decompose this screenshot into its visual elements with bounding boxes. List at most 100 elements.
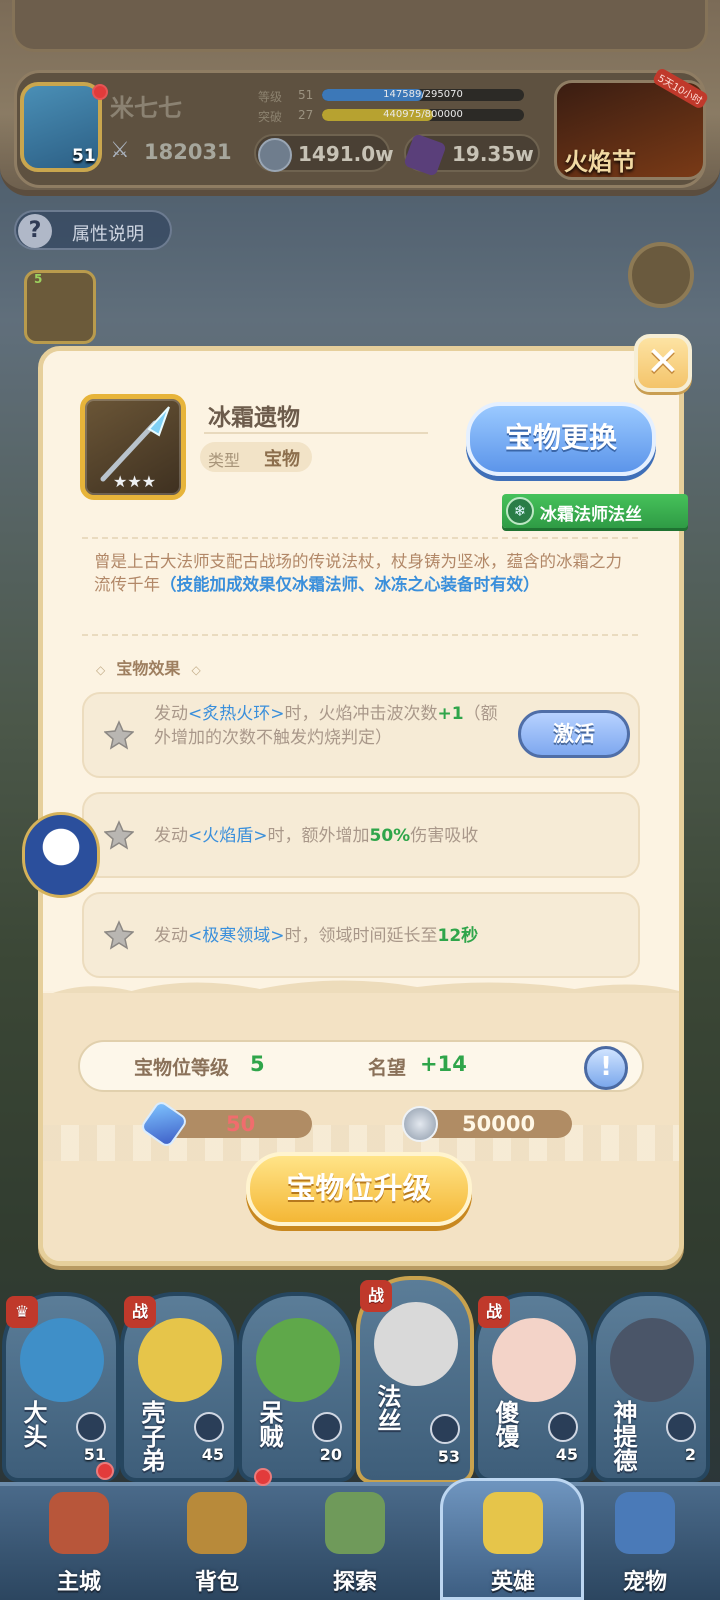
star-icon	[104, 920, 134, 950]
sword-icon: ⚔	[110, 138, 130, 163]
effect-skill: <炙热火环>	[188, 704, 285, 724]
coin-value: 1491.0w	[298, 142, 394, 166]
effect-text: 发动<火焰盾>时，额外增加50%伤害吸收	[154, 824, 624, 848]
hero-card[interactable]: 呆贼 20	[238, 1292, 356, 1482]
level-exp-bar: 147589/295070	[322, 89, 524, 101]
breakthrough-value: 27	[298, 108, 314, 122]
divider-bottom	[82, 634, 638, 636]
attribute-help-button[interactable]: ? 属性说明	[14, 210, 172, 250]
map-icon	[325, 1492, 385, 1554]
nav-label: 背包	[194, 1570, 239, 1595]
hero-class-icon	[194, 1412, 224, 1442]
notification-dot	[92, 84, 108, 100]
close-button[interactable]: ✕	[634, 334, 692, 392]
svg-text:★★★: ★★★	[113, 472, 156, 491]
gem-cost: 50	[226, 1112, 256, 1136]
nav-label: 宠物	[622, 1570, 667, 1595]
hero-icon	[483, 1492, 543, 1554]
breakthrough-label: 突破	[258, 110, 283, 124]
hero-class-icon	[430, 1414, 460, 1444]
floating-hero-avatar[interactable]	[22, 812, 100, 898]
effect-card: 发动<极寒领域>时，领域时间延长至12秒	[82, 892, 640, 978]
combat-power: 182031	[144, 140, 232, 164]
top-strip	[12, 0, 708, 52]
slot-level-label: 宝物位等级	[134, 1057, 230, 1079]
crown-icon: ♛	[6, 1296, 38, 1328]
nav-item-backpack[interactable]: 背包	[152, 1488, 282, 1600]
item-description: 曾是上古大法师支配古战场的传说法杖，杖身铸为坚冰，蕴含的冰霜之力流传千年（技能加…	[94, 550, 634, 596]
nav-label: 主城	[56, 1570, 101, 1595]
hero-name: 呆贼	[255, 1400, 283, 1448]
diamond-right-icon: ◇	[191, 663, 201, 677]
effect-prefix: 发动	[154, 926, 188, 946]
hero-class-icon	[312, 1412, 342, 1442]
crystal-currency[interactable]: 19.35w	[403, 133, 540, 177]
coin-currency[interactable]: 1491.0w	[254, 134, 394, 172]
hero-level: 45	[555, 1445, 578, 1464]
nav-label: 探索	[332, 1570, 377, 1595]
hero-portrait	[492, 1318, 576, 1402]
hero-level: 53	[437, 1447, 460, 1466]
hero-name: 神提德	[609, 1400, 637, 1472]
type-label: 类型	[208, 451, 241, 470]
swap-treasure-button[interactable]: 宝物更换	[466, 402, 656, 476]
question-icon: ?	[18, 214, 52, 248]
castle-icon	[49, 1492, 109, 1554]
effect-middle: 时，额外增加	[267, 826, 370, 846]
hero-portrait	[374, 1302, 458, 1386]
crystal-value: 19.35w	[452, 142, 534, 166]
swap-treasure-label: 宝物更换	[504, 421, 617, 454]
hero-level: 20	[319, 1445, 342, 1464]
description-highlight: （技能加成效果仅冰霜法师、冰冻之心装备时有效）	[160, 575, 540, 594]
activate-button[interactable]: 激活	[518, 710, 630, 758]
nav-item-map[interactable]: 探索	[290, 1488, 420, 1600]
coin-icon	[258, 138, 292, 172]
backpack-icon	[187, 1492, 247, 1554]
hero-class-icon	[76, 1412, 106, 1442]
hero-portrait	[256, 1318, 340, 1402]
medal-icon[interactable]	[628, 242, 694, 308]
upgrade-slot-button[interactable]: 宝物位升级	[246, 1152, 472, 1226]
frost-mage-icon: ❄	[506, 497, 534, 525]
star-icon	[104, 820, 134, 850]
player-name: 米七七	[110, 94, 182, 122]
hero-portrait	[20, 1318, 104, 1402]
hero-card[interactable]: 神提德 2	[592, 1292, 710, 1482]
effect-text: 发动<炙热火环>时，火焰冲击波次数+1（额外增加的次数不触发灼烧判定）	[154, 702, 504, 750]
hero-name: 傻馒	[491, 1400, 519, 1448]
upgrade-slot-label: 宝物位升级	[286, 1171, 432, 1205]
nav-item-pet[interactable]: 宠物	[580, 1488, 710, 1600]
effects-title: ◇ 宝物效果 ◇	[96, 655, 201, 679]
effect-prefix: 发动	[154, 704, 188, 724]
effect-skill: <极寒领域>	[188, 926, 285, 946]
battle-tag: 战	[478, 1296, 510, 1328]
effect-middle: 时，火焰冲击波次数	[284, 704, 438, 724]
name-divider	[204, 432, 428, 434]
slot-level-value: 5	[250, 1052, 265, 1076]
hero-portrait	[138, 1318, 222, 1402]
divider-top	[82, 537, 638, 539]
effect-card: 发动<火焰盾>时，额外增加50%伤害吸收	[82, 792, 640, 878]
hero-name: 法丝	[373, 1384, 401, 1432]
effect-prefix: 发动	[154, 826, 188, 846]
effect-text: 发动<极寒领域>时，领域时间延长至12秒	[154, 924, 624, 948]
event-name: 火焰节	[564, 148, 636, 176]
spear-icon: ★★★	[100, 406, 170, 491]
effect-suffix: 伤害吸收	[410, 826, 479, 846]
close-icon: ✕	[646, 339, 680, 385]
nav-item-hero[interactable]: 英雄	[448, 1488, 578, 1600]
fame-value: +14	[420, 1052, 467, 1076]
effect-number: +1	[437, 704, 464, 724]
hero-portrait	[610, 1318, 694, 1402]
effect-middle: 时，领域时间延长至	[284, 926, 438, 946]
activate-label: 激活	[553, 722, 595, 746]
nav-item-castle[interactable]: 主城	[14, 1488, 144, 1600]
info-button[interactable]: !	[584, 1046, 628, 1090]
type-value: 宝物	[264, 449, 300, 470]
item-icon-frame: ★★★	[80, 394, 186, 500]
hero-level: 45	[201, 1445, 224, 1464]
coin-cost: 50000	[462, 1112, 536, 1136]
hero-name: 大头	[19, 1400, 47, 1448]
star-icon	[104, 720, 134, 750]
effect-number: 50%	[369, 826, 411, 846]
